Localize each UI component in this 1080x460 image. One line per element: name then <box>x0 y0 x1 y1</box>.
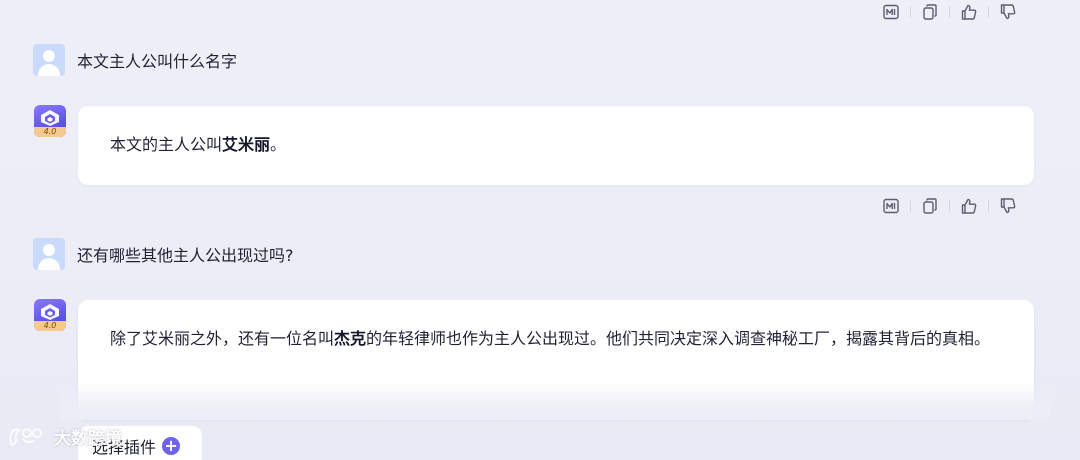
user-message-text: 还有哪些其他主人公出现过吗? <box>77 246 294 265</box>
thumbs-up-icon <box>961 198 977 214</box>
assistant-avatar: 4.0 <box>34 299 66 331</box>
thumbs-down-button[interactable] <box>995 0 1021 24</box>
report-icon <box>883 4 899 20</box>
toolbar-divider <box>949 6 950 18</box>
answer-bold-name: 艾米丽 <box>222 135 271 154</box>
watermark-text: 大数跨境 <box>54 429 122 449</box>
plus-icon: + <box>162 437 181 455</box>
watermark-logo-icon <box>9 427 42 446</box>
assistant-logo-icon <box>41 304 59 320</box>
report-icon <box>883 198 899 214</box>
answer-bold-name: 杰克 <box>334 329 367 348</box>
user-avatar <box>33 44 65 76</box>
user-message: 本文主人公叫什么名字 <box>33 44 237 76</box>
assistant-version-badge: 4.0 <box>34 127 66 137</box>
thumbs-up-button[interactable] <box>956 194 982 218</box>
answer-text-segment: 。 <box>270 135 287 154</box>
copy-button[interactable] <box>917 0 943 24</box>
scroll-fade-overlay <box>60 384 1050 420</box>
answer-actions-toolbar <box>878 194 1021 218</box>
assistant-message-bubble: 本文的主人公叫艾米丽。 <box>78 106 1034 185</box>
thumbs-down-button[interactable] <box>995 194 1021 218</box>
assistant-logo-icon <box>41 110 59 126</box>
user-message-text: 本文主人公叫什么名字 <box>77 52 238 71</box>
assistant-message-text: 除了艾米丽之外，还有一位名叫杰克的年轻律师也作为主人公出现过。他们共同决定深入调… <box>78 300 1034 355</box>
toolbar-divider <box>988 200 989 212</box>
user-message: 还有哪些其他主人公出现过吗? <box>33 238 294 270</box>
thumbs-up-icon <box>961 4 977 20</box>
toolbar-divider <box>949 200 950 212</box>
copy-icon <box>923 198 937 214</box>
assistant-avatar: 4.0 <box>34 105 66 137</box>
report-button[interactable] <box>878 194 904 218</box>
copy-icon <box>923 4 937 20</box>
answer-text-segment: 除了艾米丽之外，还有一位名叫 <box>110 329 335 348</box>
thumbs-up-button[interactable] <box>956 0 982 24</box>
toolbar-divider <box>910 200 911 212</box>
thumbs-down-icon <box>1000 198 1016 214</box>
toolbar-divider <box>910 6 911 18</box>
toolbar-divider <box>988 6 989 18</box>
answer-text-segment: 的年轻律师也作为主人公出现过。他们共同决定深入调查神秘工厂，揭露其背后的真相。 <box>366 329 991 348</box>
answer-actions-toolbar <box>878 0 1021 24</box>
user-avatar <box>33 238 65 270</box>
watermark: 大数跨境 <box>6 424 122 449</box>
assistant-message-text: 本文的主人公叫艾米丽。 <box>78 106 1034 161</box>
thumbs-down-icon <box>1000 4 1016 20</box>
answer-text-segment: 本文的主人公叫 <box>110 135 223 154</box>
report-button[interactable] <box>878 0 904 24</box>
assistant-version-badge: 4.0 <box>34 321 66 331</box>
copy-button[interactable] <box>917 194 943 218</box>
chat-page: 本文主人公叫什么名字 4.0 本文的主人公叫艾米丽。 还有哪些其他主人公出现过吗… <box>0 0 1080 460</box>
